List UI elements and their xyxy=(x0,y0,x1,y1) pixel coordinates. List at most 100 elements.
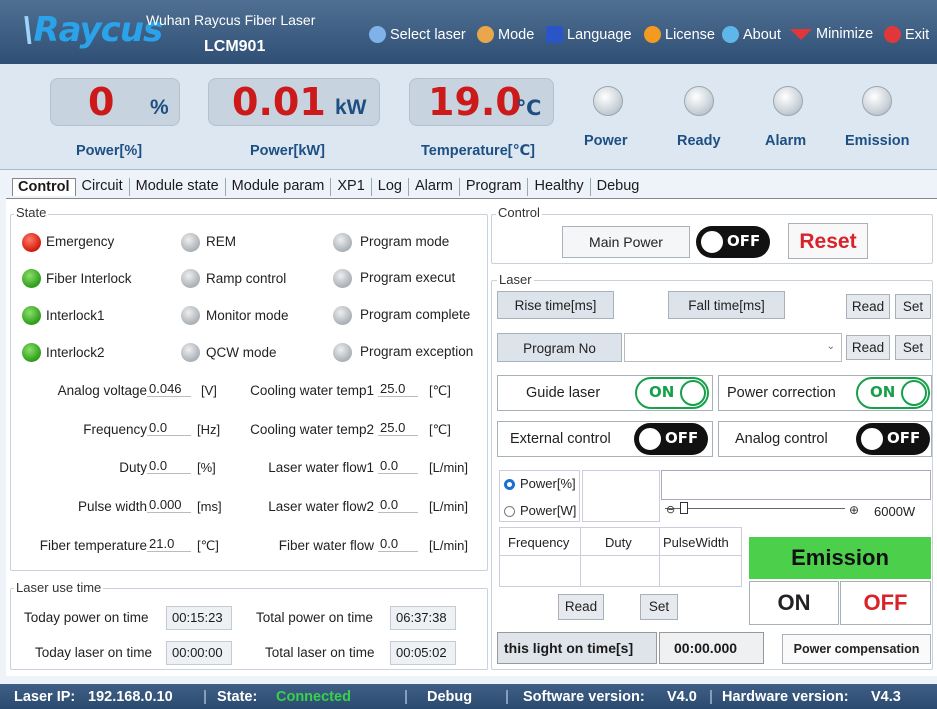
laser-water-flow1-field: 0.0 xyxy=(378,458,418,474)
fiber-water-flow-label: Fiber water flow xyxy=(278,538,374,553)
analog-control-toggle[interactable]: OFF xyxy=(856,423,930,455)
duty-label: Duty xyxy=(119,460,147,475)
ready-indicator-lamp xyxy=(684,86,714,116)
cooling-water-temp2-unit: [℃] xyxy=(429,422,451,437)
main-power-toggle[interactable]: OFF xyxy=(696,226,770,258)
power-set-input[interactable] xyxy=(582,470,660,522)
program-no-select[interactable]: ⌄ xyxy=(624,333,842,362)
program-set-button[interactable]: Set xyxy=(895,335,931,360)
tab-control[interactable]: Control xyxy=(12,178,76,196)
analog-control-label: Analog control xyxy=(735,431,828,447)
fiber-interlock-label: Fiber Interlock xyxy=(46,271,132,286)
analog-voltage-unit: [V] xyxy=(201,383,217,398)
state-label: State: xyxy=(217,689,258,705)
power-slider-track xyxy=(665,508,845,509)
external-control-toggle[interactable]: OFF xyxy=(634,423,708,455)
menu-language[interactable]: Language xyxy=(546,26,632,43)
emergency-label: Emergency xyxy=(46,234,115,249)
emission-header: Emission xyxy=(749,537,931,579)
menu-about[interactable]: About xyxy=(722,26,781,43)
toggle-knob xyxy=(699,229,725,255)
rise-time-label: Rise time[ms] xyxy=(497,291,614,319)
interlock1-label: Interlock1 xyxy=(46,308,105,323)
radio-power-percent[interactable] xyxy=(504,479,515,490)
laser-water-flow2-unit: [L/min] xyxy=(429,499,469,514)
users-icon xyxy=(477,26,494,43)
power-slider-handle[interactable] xyxy=(680,502,688,514)
laser-water-flow2-field: 0.0 xyxy=(378,497,418,513)
pulse-set-button[interactable]: Set xyxy=(640,594,678,620)
menu-label: Select laser xyxy=(390,26,466,43)
guide-laser-toggle[interactable]: ON xyxy=(635,377,709,409)
frequency-field: 0.0 xyxy=(147,420,191,436)
tab-xp1[interactable]: XP1 xyxy=(331,178,372,196)
monitor-mode-label: Monitor mode xyxy=(206,308,289,323)
emission-off-button[interactable]: OFF xyxy=(840,581,931,625)
external-control-label: External control xyxy=(510,431,611,447)
rem-led xyxy=(181,233,200,252)
toggle-knob xyxy=(901,380,927,406)
power-compensation-button[interactable]: Power compensation xyxy=(782,634,931,664)
light-on-time-value: 00:00.000 xyxy=(659,632,764,664)
program-complete-led xyxy=(333,306,352,325)
tab-log[interactable]: Log xyxy=(372,178,409,196)
power-percent-value: 0 xyxy=(88,80,115,124)
power-indicator-label: Power xyxy=(584,133,628,149)
rise-time-input[interactable] xyxy=(616,293,666,319)
tab-module-param[interactable]: Module param xyxy=(226,178,332,196)
radio-power-watt-label: Power[W] xyxy=(520,503,577,518)
menu-mode[interactable]: Mode xyxy=(477,26,534,43)
temperature-unit: ℃ xyxy=(516,97,542,120)
reset-button[interactable]: Reset xyxy=(788,223,868,259)
menu-label: Exit xyxy=(905,26,930,43)
tab-program[interactable]: Program xyxy=(460,178,529,196)
status-separator: | xyxy=(505,689,510,705)
power-correction-toggle[interactable]: ON xyxy=(856,377,930,409)
total-power-on-value: 06:37:38 xyxy=(390,606,456,630)
tab-healthy[interactable]: Healthy xyxy=(528,178,591,196)
emission-on-button[interactable]: ON xyxy=(749,581,839,625)
ready-indicator-label: Ready xyxy=(677,133,721,149)
rise-fall-read-button[interactable]: Read xyxy=(846,294,890,319)
menu-exit[interactable]: Exit xyxy=(884,26,929,43)
rise-fall-set-button[interactable]: Set xyxy=(895,294,931,319)
total-laser-on-value: 00:05:02 xyxy=(390,641,456,665)
power-percent-unit: % xyxy=(150,96,169,119)
tab-alarm[interactable]: Alarm xyxy=(409,178,460,196)
toggle-state: OFF xyxy=(665,429,699,447)
menu-minimize[interactable]: Minimize xyxy=(790,26,873,42)
toggle-knob xyxy=(680,380,706,406)
power-kw-unit: kW xyxy=(335,96,367,119)
menu-select-laser[interactable]: Select laser xyxy=(369,26,466,43)
emergency-led xyxy=(22,233,41,252)
slider-minus-icon[interactable]: ⊖ xyxy=(666,503,675,516)
duty-field: 0.0 xyxy=(147,458,191,474)
radio-power-watt[interactable] xyxy=(504,506,515,517)
tab-circuit[interactable]: Circuit xyxy=(76,178,130,196)
today-laser-on-value: 00:00:00 xyxy=(166,641,232,665)
pulse-read-button[interactable]: Read xyxy=(558,594,604,620)
program-mode-label: Program mode xyxy=(360,234,450,249)
ramp-control-label: Ramp control xyxy=(206,271,287,286)
alarm-indicator-lamp xyxy=(773,86,803,116)
program-execut-label: Program execut xyxy=(360,270,456,285)
program-execut-led xyxy=(333,269,352,288)
laser-select-icon xyxy=(369,26,386,43)
slider-plus-icon[interactable]: ⊕ xyxy=(849,503,859,517)
frequency-label: Frequency xyxy=(83,422,147,437)
cooling-water-temp2-field: 25.0 xyxy=(378,420,418,436)
tab-debug[interactable]: Debug xyxy=(591,178,646,196)
temperature-value: 19.0 xyxy=(428,80,522,124)
laser-ip-value: 192.168.0.10 xyxy=(88,689,173,705)
fall-time-label: Fall time[ms] xyxy=(668,291,785,319)
program-complete-label: Program complete xyxy=(360,307,471,322)
language-icon xyxy=(546,26,563,43)
menu-license[interactable]: License xyxy=(644,26,715,43)
tab-module-state[interactable]: Module state xyxy=(130,178,226,196)
total-power-on-label: Total power on time xyxy=(256,610,374,625)
fall-time-input[interactable] xyxy=(787,293,843,319)
status-separator: | xyxy=(709,689,714,705)
guide-laser-label: Guide laser xyxy=(526,385,601,401)
analog-voltage-label: Analog voltage xyxy=(57,383,147,398)
program-read-button[interactable]: Read xyxy=(846,335,890,360)
